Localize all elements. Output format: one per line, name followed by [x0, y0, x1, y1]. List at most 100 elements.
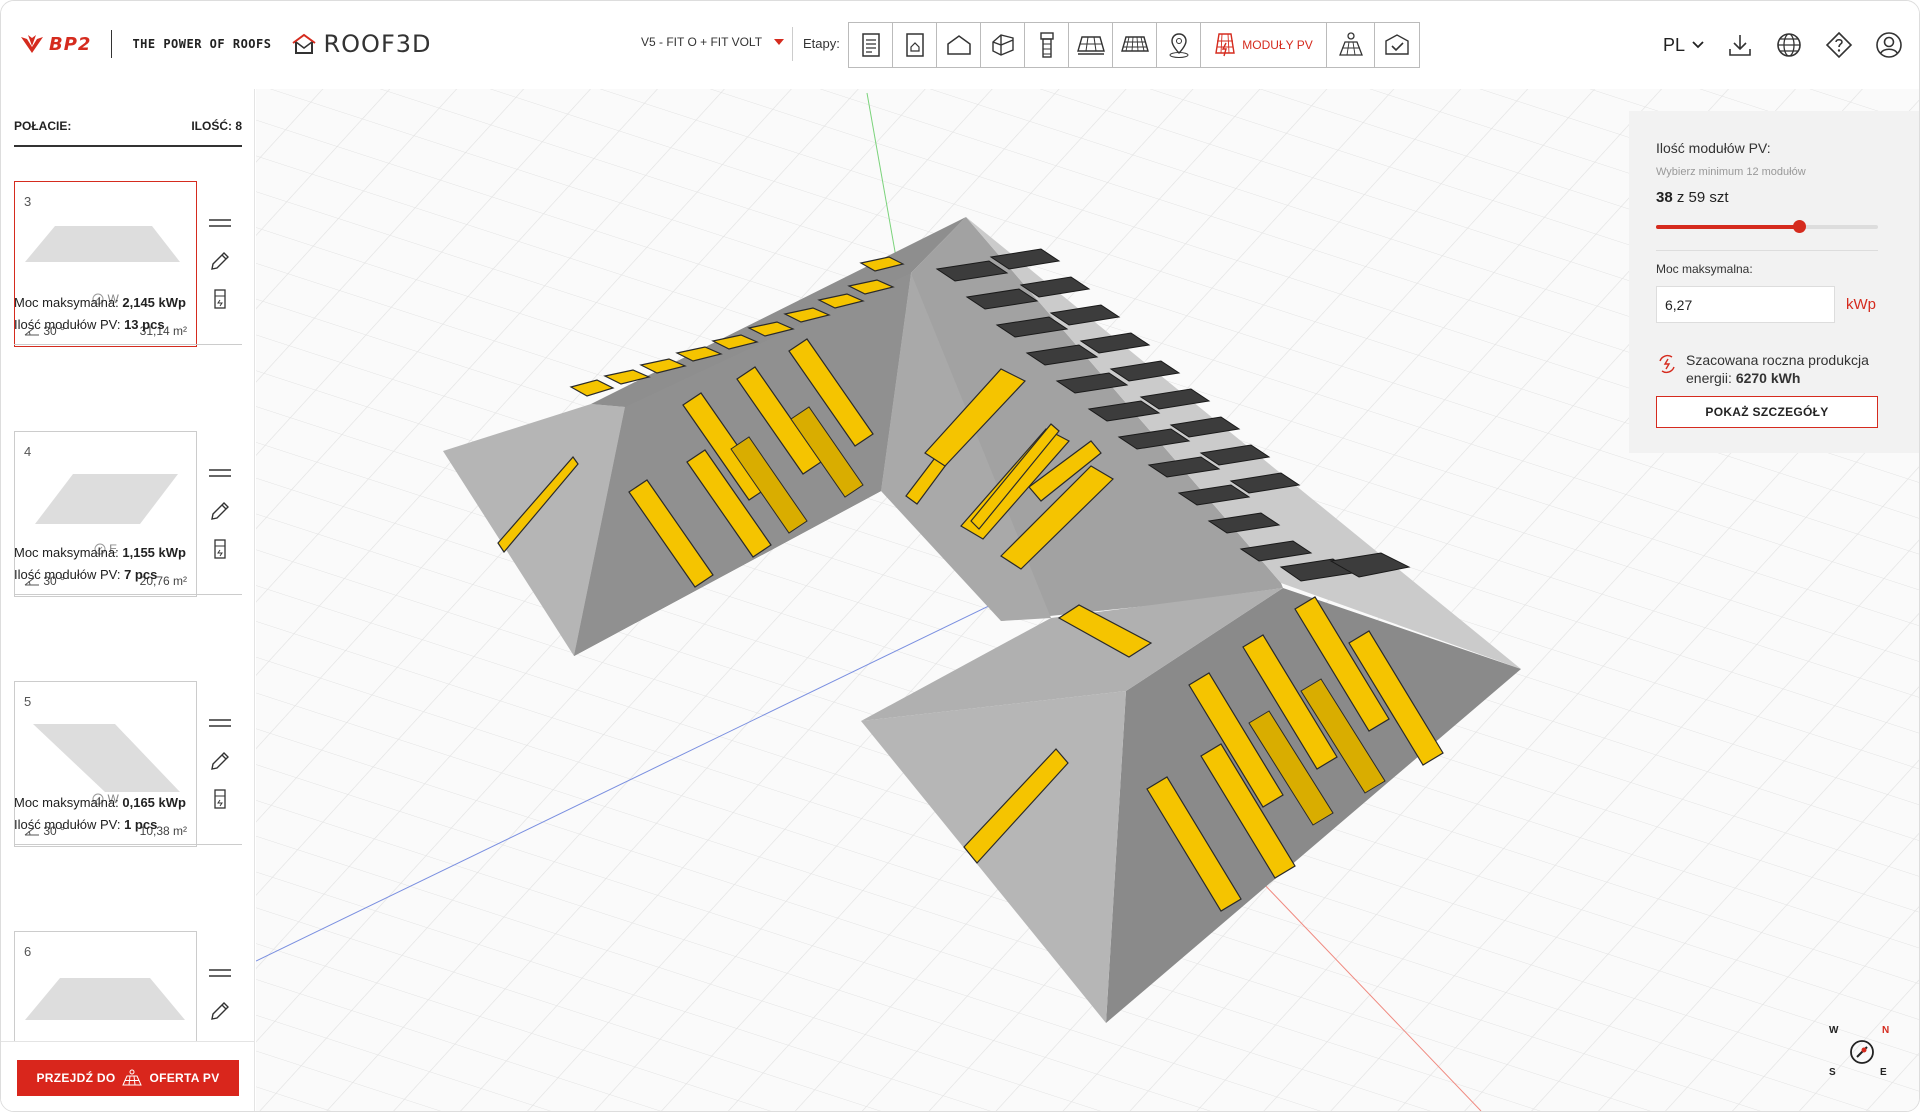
- drag-lines-icon: [209, 219, 231, 227]
- drag-handle[interactable]: [208, 711, 232, 735]
- document-icon: [861, 33, 880, 57]
- roof-planes-sidebar: POŁACIE: ILOŚĆ: 8 3 W 30 ° 31,14 m² Moc …: [1, 89, 255, 1111]
- language-selector[interactable]: PL: [1663, 35, 1705, 56]
- edit-button[interactable]: [208, 749, 232, 773]
- pv-count-title: Ilość modułów PV:: [1656, 140, 1771, 156]
- panel-layout-icon: [214, 289, 226, 309]
- stage-pv-modules[interactable]: MODUŁY PV: [1201, 23, 1327, 67]
- card-tools-3: [208, 211, 232, 325]
- modules-label: Ilość modułów PV:: [14, 817, 121, 832]
- edit-button[interactable]: [208, 249, 232, 273]
- compass-north-marker: [1861, 1047, 1867, 1053]
- brand-divider: [111, 30, 113, 58]
- roof3d-logo[interactable]: ROOF3D: [291, 30, 431, 58]
- energy-cycle-icon: [1659, 354, 1675, 374]
- stage-house-3d[interactable]: [981, 23, 1025, 67]
- pencil-icon: [211, 1002, 229, 1020]
- cta-label-left: PRZEJDŹ DO: [36, 1071, 116, 1085]
- roof-plane-number: 3: [24, 194, 32, 209]
- roof-plane-stats-5: Moc maksymalna: 0,165 kWp Ilość modułów …: [14, 792, 186, 836]
- power-value: 1,155 kWp: [122, 545, 186, 560]
- stage-house-outline[interactable]: [937, 23, 981, 67]
- roof-check-icon: [1385, 34, 1409, 55]
- pv-count-total: z 59 szt: [1676, 189, 1729, 206]
- help-icon[interactable]: [1825, 31, 1853, 59]
- stage-roof-tiles[interactable]: [1113, 23, 1157, 67]
- pv-count-slider[interactable]: [1656, 220, 1878, 233]
- slider-knob[interactable]: [1792, 220, 1806, 233]
- roof-tiles-icon: [1120, 36, 1149, 52]
- variant-dropdown[interactable]: V5 - FIT O + FIT VOLT: [641, 35, 785, 49]
- compass-e: E: [1880, 1067, 1887, 1078]
- stage-document[interactable]: [849, 23, 893, 67]
- max-power-unit: kWp: [1846, 296, 1876, 313]
- app-window: BP2 THE POWER OF ROOFS ROOF3D V5 - FIT O…: [0, 0, 1920, 1112]
- sidebar-heading: POŁACIE:: [14, 119, 72, 133]
- stages-label: Etapy:: [803, 36, 840, 51]
- layout-button[interactable]: [208, 287, 232, 311]
- compass-s: S: [1829, 1067, 1836, 1078]
- download-icon[interactable]: [1727, 32, 1753, 58]
- house-logo-icon: [292, 33, 317, 54]
- roof-plane-number: 4: [24, 444, 32, 459]
- roof-plane-shape: [25, 226, 180, 262]
- drag-handle[interactable]: [208, 461, 232, 485]
- stage-chimney[interactable]: [1025, 23, 1069, 67]
- compass-widget[interactable]: N E S W: [1827, 1017, 1897, 1087]
- roof-plane-stats-4: Moc maksymalna: 1,155 kWp Ilość modułów …: [14, 542, 186, 586]
- top-header: BP2 THE POWER OF ROOFS ROOF3D V5 - FIT O…: [1, 1, 1919, 89]
- max-power-input[interactable]: [1656, 286, 1835, 323]
- chevron-down-icon: [774, 39, 785, 45]
- stage-location[interactable]: [1157, 23, 1201, 67]
- pencil-icon: [211, 252, 229, 270]
- language-label: PL: [1662, 34, 1685, 55]
- card-divider: [14, 344, 242, 345]
- location-pin-icon: [1169, 33, 1188, 58]
- brand-tagline: THE POWER OF ROOFS: [132, 37, 272, 51]
- bp2-wings-icon: [21, 35, 43, 53]
- panel-layout-icon: [214, 789, 226, 809]
- layout-button[interactable]: [208, 537, 232, 561]
- chevron-down-icon: [1692, 41, 1704, 49]
- card-divider: [14, 844, 242, 845]
- energy-value: 6270 kWh: [1735, 370, 1801, 386]
- roof-grid-icon: [1076, 36, 1105, 55]
- user-icon[interactable]: [1875, 31, 1903, 59]
- stage-solar-person[interactable]: [1327, 23, 1375, 67]
- cta-label-right: OFERTA PV: [149, 1071, 220, 1085]
- stage-roof-grid[interactable]: [1069, 23, 1113, 67]
- drag-handle[interactable]: [208, 961, 232, 985]
- go-to-pv-offer-button[interactable]: PRZEJDŹ DO OFERTA PV: [17, 1060, 239, 1096]
- pencil-icon: [211, 752, 229, 770]
- pv-count-hint: Wybierz minimum 12 modułów: [1656, 166, 1806, 178]
- bp2-wordmark: BP2: [49, 33, 92, 55]
- document-house-icon: [905, 33, 924, 57]
- brand-area: BP2 THE POWER OF ROOFS ROOF3D: [19, 27, 432, 61]
- pv-modules-panel: Ilość modułów PV: Wybierz minimum 12 mod…: [1629, 111, 1919, 453]
- bp2-logo[interactable]: BP2: [19, 33, 91, 55]
- modules-value: 7 pcs: [124, 567, 158, 582]
- drag-lines-icon: [209, 469, 231, 477]
- pv-count-selected: 38: [1656, 189, 1673, 206]
- power-label: Moc maksymalna:: [14, 545, 119, 560]
- sidebar-count: ILOŚĆ: 8: [191, 119, 242, 133]
- sidebar-footer: PRZEJDŹ DO OFERTA PV: [1, 1041, 254, 1111]
- sidebar-header: POŁACIE: ILOŚĆ: 8: [14, 119, 242, 147]
- globe-icon[interactable]: [1775, 31, 1803, 59]
- edit-button[interactable]: [208, 999, 232, 1023]
- edit-button[interactable]: [208, 499, 232, 523]
- show-details-button[interactable]: POKAŻ SZCZEGÓŁY: [1656, 396, 1878, 428]
- drag-handle[interactable]: [208, 211, 232, 235]
- layout-button[interactable]: [208, 787, 232, 811]
- stage-document-house[interactable]: [893, 23, 937, 67]
- panel-divider: [1656, 250, 1878, 251]
- modules-value: 1 pcs: [124, 817, 158, 832]
- stage-roof-check[interactable]: [1375, 23, 1419, 67]
- stages-divider: [792, 27, 793, 61]
- compass-n: N: [1882, 1025, 1889, 1036]
- variant-label: V5 - FIT O + FIT VOLT: [641, 35, 763, 49]
- compass-w: W: [1829, 1025, 1839, 1036]
- modules-value: 13 pcs: [124, 317, 165, 332]
- pv-module-icon: [1215, 33, 1236, 57]
- roof-plane-shape: [25, 978, 185, 1020]
